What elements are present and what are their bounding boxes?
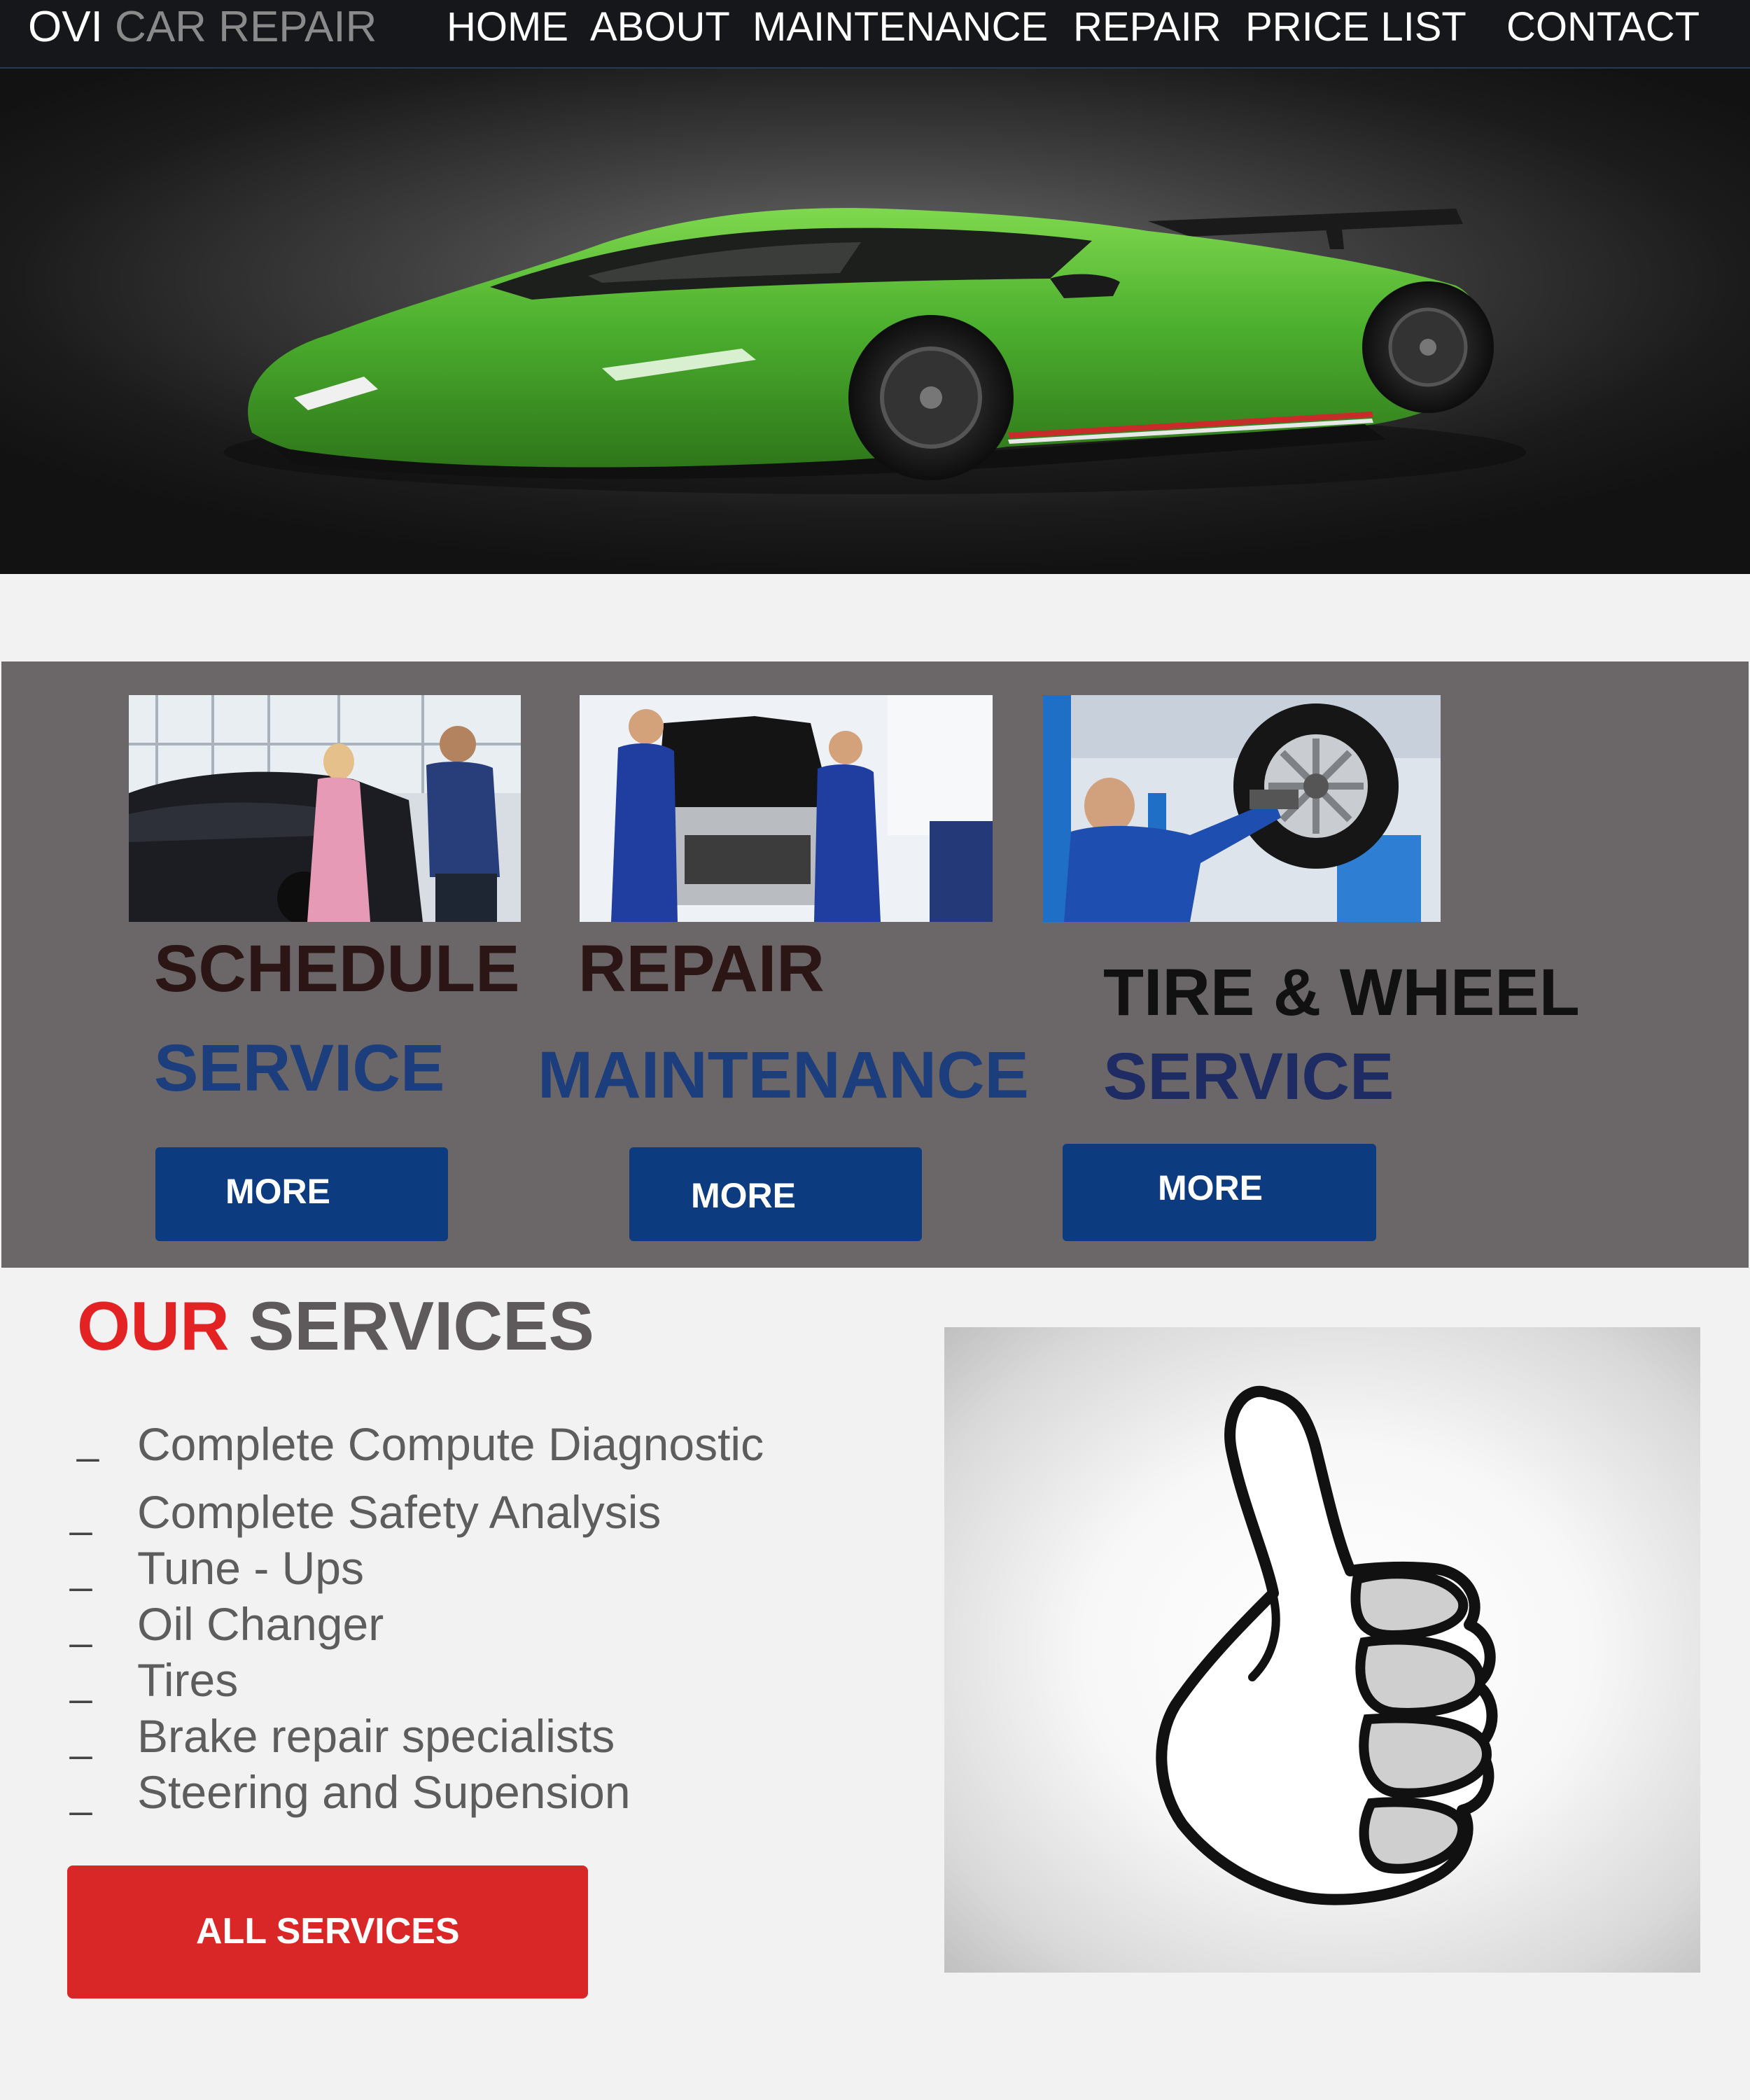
service-item-diagnostic: _ Complete Compute Diagnostic	[70, 1418, 875, 1474]
logo-ovi: OVI	[28, 3, 103, 51]
service-item-tune-ups: _ Tune - Ups	[70, 1541, 875, 1597]
feature-1-title-line1: SCHEDULE	[154, 932, 520, 1006]
bullet-dash: _	[70, 1716, 92, 1760]
hero-banner	[0, 69, 1750, 574]
all-services-button[interactable]: ALL SERVICES	[67, 1865, 588, 1998]
bullet-dash: _	[70, 1492, 92, 1536]
service-item-label: Brake repair specialists	[137, 1710, 615, 1762]
repair-maintenance-more-button[interactable]: MORE	[629, 1147, 922, 1241]
services-heading-our: OUR	[77, 1287, 230, 1364]
service-item-label: Oil Changer	[137, 1598, 384, 1650]
services-heading: OUR SERVICES	[77, 1287, 594, 1366]
feature-2-title-line1: REPAIR	[578, 932, 825, 1006]
service-item-tires: _ Tires	[70, 1653, 875, 1709]
thumbs-up-icon	[1156, 1385, 1498, 1905]
repair-maintenance-photo	[580, 695, 993, 922]
more-button-label: MORE	[691, 1176, 796, 1215]
schedule-service-more-button[interactable]: MORE	[155, 1147, 448, 1241]
feature-1-title-line2: SERVICE	[154, 1031, 445, 1105]
bullet-dash: _	[70, 1548, 92, 1592]
feature-3-title-line2: SERVICE	[1103, 1040, 1394, 1114]
bullet-dash: _	[70, 1660, 92, 1704]
nav-about[interactable]: ABOUT	[590, 3, 730, 52]
service-item-steering: _ Steering and Supension	[70, 1765, 875, 1821]
nav-contact[interactable]: CONTACT	[1506, 3, 1700, 52]
tire-wheel-more-button[interactable]: MORE	[1063, 1144, 1376, 1241]
more-button-label: MORE	[225, 1172, 330, 1211]
schedule-service-photo	[129, 695, 521, 922]
all-services-label: ALL SERVICES	[196, 1911, 460, 1952]
top-navigation-bar: OVI CAR REPAIR HOME ABOUT MAINTENANCE RE…	[0, 0, 1750, 69]
feature-2-title-line2: MAINTENANCE	[538, 1038, 1029, 1112]
feature-3-title-line1: TIRE & WHEEL	[1103, 955, 1580, 1030]
service-item-safety: _ Complete Safety Analysis	[70, 1485, 875, 1541]
green-sports-car-image	[224, 208, 1526, 494]
service-item-label: Complete Safety Analysis	[137, 1486, 662, 1538]
bullet-dash: _	[70, 1772, 92, 1816]
nav-repair[interactable]: REPAIR	[1073, 3, 1222, 52]
service-item-oil: _ Oil Changer	[70, 1597, 875, 1653]
bullet-dash: _	[77, 1418, 99, 1462]
bullet-dash: _	[70, 1604, 92, 1648]
more-button-label: MORE	[1158, 1168, 1263, 1208]
nav-maintenance[interactable]: MAINTENANCE	[752, 3, 1048, 52]
service-item-brakes: _ Brake repair specialists	[70, 1709, 875, 1765]
service-item-label: Steering and Supension	[137, 1766, 631, 1818]
service-item-label: Tune - Ups	[137, 1542, 365, 1594]
site-logo[interactable]: OVI CAR REPAIR	[28, 3, 377, 52]
nav-price-list[interactable]: PRICE LIST	[1245, 3, 1466, 52]
service-item-label: Complete Compute Diagnostic	[137, 1418, 764, 1470]
tire-wheel-photo	[1043, 695, 1441, 922]
nav-home[interactable]: HOME	[447, 3, 568, 52]
service-item-label: Tires	[137, 1654, 239, 1706]
logo-car-repair: CAR REPAIR	[115, 3, 377, 51]
services-heading-services: SERVICES	[248, 1287, 594, 1364]
thumbs-up-image	[944, 1327, 1700, 1973]
